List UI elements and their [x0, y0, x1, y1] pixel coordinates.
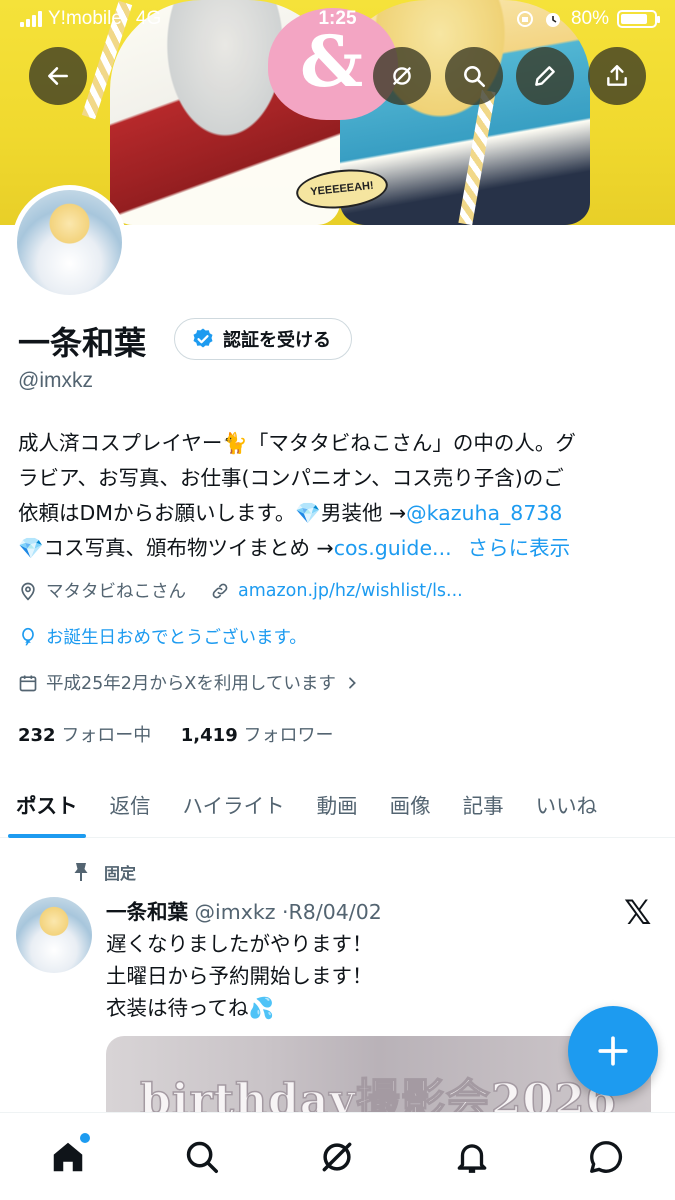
grok-icon: [322, 1142, 352, 1172]
avatar-image: [17, 190, 122, 295]
tab-posts-label: ポスト: [16, 794, 78, 818]
birthday-row: お誕生日おめでとうございます。: [18, 624, 307, 649]
tab-highlights-label: ハイライト: [182, 794, 285, 818]
nav-home[interactable]: [46, 1133, 90, 1179]
follow-counts: 232 フォロー中 1,419 フォロワー: [18, 721, 333, 747]
pinned-label: 固定: [104, 864, 137, 883]
tab-videos-label: 動画: [316, 794, 358, 818]
post-author-handle: @imxkz: [194, 900, 276, 924]
bio-mention-link[interactable]: @kazuha_8738: [406, 501, 562, 525]
status-right: 80%: [515, 8, 660, 30]
show-more-link[interactable]: さらに表示: [468, 536, 571, 560]
post-text-line: 土曜日から予約開始します！: [106, 964, 373, 988]
tab-posts[interactable]: ポスト: [0, 770, 94, 838]
profile-website-link[interactable]: amazon.jp/hz/wishlist/ls...: [238, 581, 463, 601]
followers-count: 1,419: [180, 725, 238, 746]
tab-articles-label: 記事: [462, 794, 504, 818]
grok-icon: [393, 67, 411, 85]
grok-button[interactable]: [373, 47, 431, 105]
orientation-lock-icon: [516, 11, 533, 27]
tab-likes[interactable]: いいね: [520, 770, 614, 838]
search-icon: [464, 66, 486, 88]
nav-search[interactable]: [180, 1135, 224, 1179]
pinned-indicator: 固定: [72, 860, 136, 884]
alarm-icon: [545, 13, 560, 27]
profile-tabs: ポスト 返信 ハイライト 動画 画像 記事 いいね: [0, 770, 675, 838]
location-website-row: マタタビねこさん amazon.jp/hz/wishlist/ls...: [18, 578, 463, 603]
nav-messages[interactable]: [584, 1135, 628, 1179]
bio-url-link[interactable]: cos.guide...: [334, 536, 452, 560]
tab-photos[interactable]: 画像: [374, 770, 447, 838]
post-header: 一条和葉 @imxkz ·R8/04/02: [106, 895, 382, 925]
share-icon: [607, 65, 627, 86]
pencil-icon: [535, 66, 555, 86]
edit-button[interactable]: [516, 47, 574, 105]
search-icon: [186, 1141, 218, 1173]
plus-icon: [598, 1036, 628, 1066]
bio-line-4: 💎コス写真、頒布物ツイまとめ →cos.guide... さらに表示: [18, 531, 663, 566]
status-bar: Y!mobile 4G 1:25 80%: [0, 0, 675, 40]
home-notification-dot: [80, 1133, 90, 1143]
post-date[interactable]: R8/04/02: [289, 900, 382, 924]
x-logo-icon[interactable]: 𝕏: [624, 893, 651, 933]
balloon-icon: [22, 627, 34, 645]
messages-icon: [590, 1141, 623, 1173]
battery-icon: [617, 10, 660, 28]
birthday-message[interactable]: お誕生日おめでとうございます。: [46, 624, 307, 649]
bio-line-3: 依頼はDMからお願いします。💎男装他 →@kazuha_8738: [18, 496, 663, 531]
bottom-navigation: [0, 1112, 675, 1200]
following-count: 232: [18, 725, 56, 746]
link-icon: [212, 583, 228, 598]
search-button[interactable]: [445, 47, 503, 105]
home-icon: [53, 1142, 83, 1172]
verified-badge-icon: [193, 328, 213, 348]
nav-grok[interactable]: [315, 1135, 359, 1179]
display-name: 一条和葉: [18, 324, 147, 362]
bio-line-1: 成人済コスプレイヤー🐈「マタタビねこさん」の中の人。グ: [18, 431, 576, 455]
tab-replies-label: 返信: [109, 794, 151, 818]
followers-link[interactable]: 1,419 フォロワー: [181, 725, 334, 746]
active-tab-indicator: [8, 834, 86, 838]
calendar-icon: [19, 675, 37, 691]
bio-line-4-text: 💎コス写真、頒布物ツイまとめ →: [18, 536, 334, 560]
followers-label: フォロワー: [243, 725, 334, 746]
post-author-name[interactable]: 一条和葉: [106, 900, 188, 924]
pin-icon: [74, 863, 88, 881]
joined-date: 平成25年2月からXを利用しています: [46, 674, 336, 694]
get-verified-label: 認証を受ける: [223, 330, 331, 351]
profile-avatar[interactable]: [12, 185, 127, 300]
bio-line-2: ラビア、お写真、お仕事(コンパニオン、コス売り子含)のご: [18, 466, 564, 490]
post-text-line: 衣装は待ってね💦: [106, 996, 274, 1020]
share-button[interactable]: [588, 47, 646, 105]
arrow-left-icon: [48, 67, 68, 85]
location-pin-icon: [21, 582, 35, 600]
joined-row[interactable]: 平成25年2月からXを利用しています: [18, 670, 368, 695]
profile-location: マタタビねこさん: [46, 582, 186, 602]
user-handle: @imxkz: [18, 369, 93, 392]
bio-line-3-text: 依頼はDMからお願いします。💎男装他 →: [18, 501, 407, 525]
tab-articles[interactable]: 記事: [447, 770, 520, 838]
tab-highlights[interactable]: ハイライト: [167, 770, 301, 838]
battery-percent: 80%: [570, 8, 609, 29]
post-media-caption: birthday撮影会2026: [139, 1074, 618, 1116]
profile-bio: 成人済コスプレイヤー🐈「マタタビねこさん」の中の人。グ ラビア、お写真、お仕事(…: [18, 426, 663, 566]
post-text: 遅くなりましたがやります！ 土曜日から予約開始します！ 衣装は待ってね💦: [106, 928, 373, 1024]
following-label: フォロー中: [61, 725, 152, 746]
tab-photos-label: 画像: [389, 794, 431, 818]
tab-likes-label: いいね: [535, 794, 598, 818]
battery-level: [621, 14, 647, 24]
tab-replies[interactable]: 返信: [94, 770, 167, 838]
tab-videos[interactable]: 動画: [301, 770, 374, 838]
get-verified-button[interactable]: 認証を受ける: [174, 318, 352, 360]
back-button[interactable]: [29, 47, 87, 105]
post-author-avatar[interactable]: [16, 897, 92, 973]
compose-post-button[interactable]: [568, 1006, 658, 1096]
nav-notifications[interactable]: [450, 1135, 494, 1179]
post-text-line: 遅くなりましたがやります！: [106, 932, 373, 956]
chevron-right-icon: [349, 676, 356, 689]
notifications-icon: [457, 1144, 487, 1173]
following-link[interactable]: 232 フォロー中: [18, 725, 151, 746]
